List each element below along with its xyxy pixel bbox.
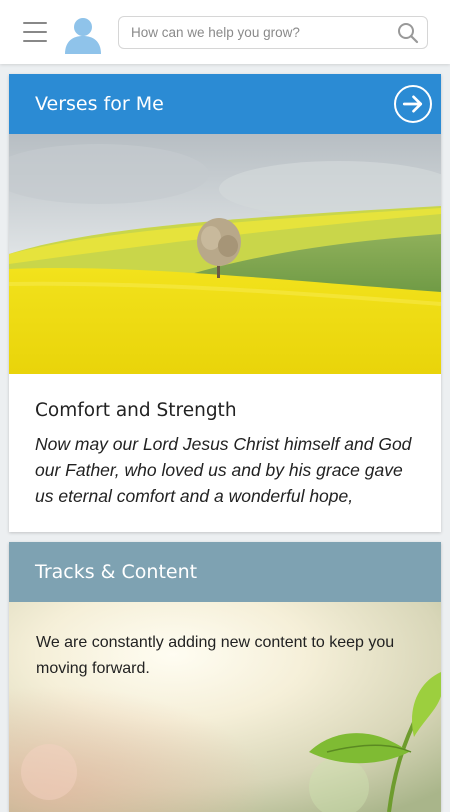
user-avatar-icon[interactable] — [63, 14, 103, 54]
tracks-card[interactable]: Tracks & Content We are constantly addin… — [9, 542, 441, 812]
tracks-card-title: Tracks & Content — [35, 561, 198, 583]
yellow-field-tree-photo — [9, 134, 441, 374]
tracks-card-header: Tracks & Content — [9, 542, 441, 602]
search-box — [118, 16, 428, 49]
verses-card[interactable]: Verses for Me Comfort and Strength Now m… — [9, 74, 441, 532]
verses-card-title: Verses for Me — [35, 93, 164, 115]
hamburger-menu-icon[interactable] — [23, 22, 47, 42]
verse-text: Now may our Lord Jesus Christ himself an… — [35, 434, 412, 506]
arrow-right-circle-icon[interactable] — [394, 85, 432, 123]
search-input[interactable] — [119, 17, 379, 48]
top-bar — [0, 0, 450, 64]
verse-title: Comfort and Strength — [35, 400, 237, 421]
tracks-description: We are constantly adding new content to … — [36, 634, 395, 677]
verses-card-header: Verses for Me — [9, 74, 441, 134]
verse-body: Comfort and Strength Now may our Lord Je… — [9, 374, 441, 509]
tracks-card-body: We are constantly adding new content to … — [9, 602, 441, 812]
magnifier-icon[interactable] — [397, 22, 419, 44]
